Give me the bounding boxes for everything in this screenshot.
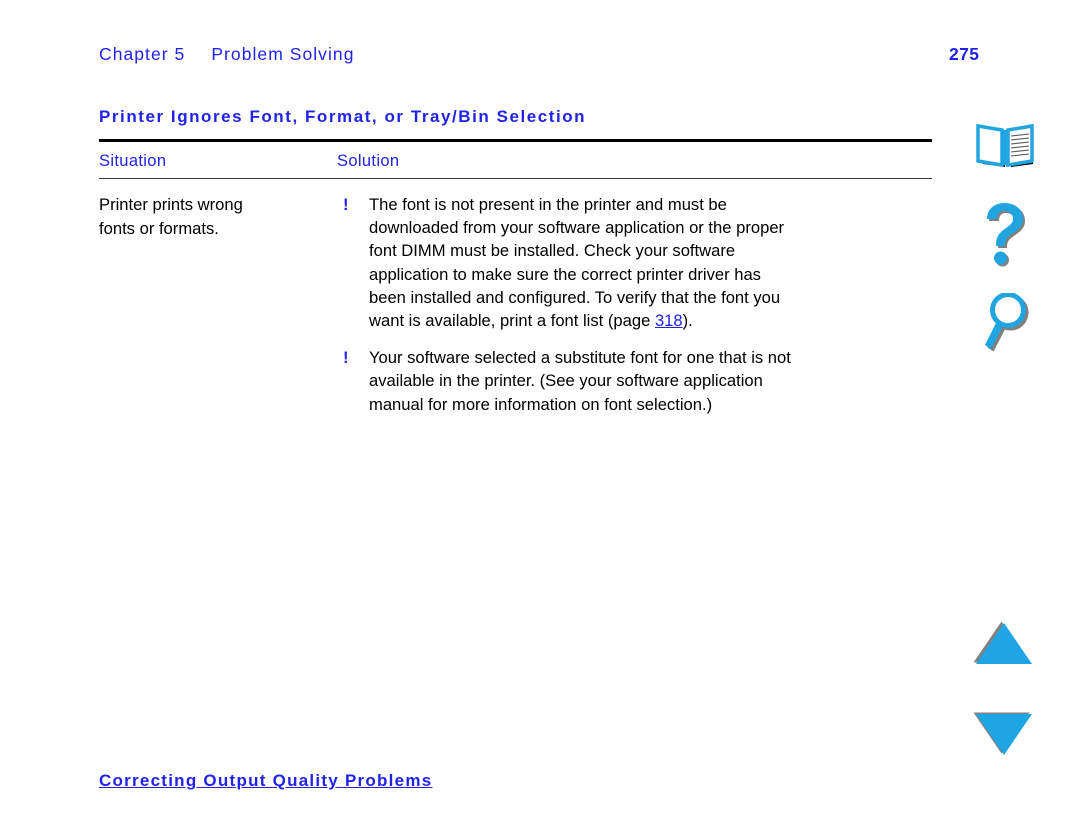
running-header: Chapter 5 Problem Solving 275 — [99, 44, 979, 65]
situation-line: Printer prints wrong — [99, 195, 243, 214]
contents-button[interactable] — [960, 118, 1050, 174]
cell-solution: ! The font is not present in the printer… — [337, 193, 932, 416]
list-item: ! The font is not present in the printer… — [343, 193, 932, 332]
text-line: The font is not present in the printer a… — [369, 195, 727, 214]
chapter-title: Problem Solving — [211, 44, 355, 64]
cell-situation: Printer prints wrong fonts or formats. — [99, 193, 337, 416]
search-button[interactable] — [960, 288, 1050, 360]
text-line: application to make sure the correct pri… — [369, 264, 761, 284]
bullet-marker-icon: ! — [343, 195, 349, 214]
column-header-solution: Solution — [337, 152, 400, 170]
text-line-with-link: want is available, print a font list (pa… — [369, 309, 932, 332]
text-line: available in the printer. (See your soft… — [369, 371, 763, 391]
situation-line: fonts or formats. — [99, 218, 219, 238]
table-row: Printer prints wrong fonts or formats. !… — [99, 179, 932, 416]
text-line: Your software selected a substitute font… — [369, 348, 791, 368]
text-line: been installed and configured. To verify… — [369, 287, 781, 307]
situation-solution-table: Situation Solution Printer prints wrong … — [99, 139, 932, 416]
footer-section-link[interactable]: Correcting Output Quality Problems — [99, 771, 432, 791]
book-icon — [976, 123, 1034, 168]
text-line: downloaded from your software applicatio… — [369, 218, 785, 238]
list-item-text: The font is not present in the printer a… — [369, 193, 932, 332]
triangle-down-icon — [974, 712, 1032, 755]
triangle-up-icon — [974, 621, 1032, 664]
section-heading: Printer Ignores Font, Format, or Tray/Bi… — [99, 107, 587, 126]
help-button[interactable] — [960, 197, 1050, 273]
question-mark-icon — [987, 203, 1025, 267]
text-line: font DIMM must be installed. Check your … — [369, 241, 736, 261]
navigation-rail — [960, 0, 1080, 834]
text-line: manual for more information on font sele… — [369, 394, 713, 414]
chapter-label: Chapter 5 — [99, 44, 186, 64]
list-item: ! Your software selected a substitute fo… — [343, 346, 932, 416]
magnifying-glass-icon — [985, 293, 1029, 352]
text-fragment: want is available, print a font list (pa… — [369, 311, 655, 331]
bullet-marker-icon: ! — [343, 348, 349, 368]
next-page-button[interactable] — [960, 703, 1050, 765]
list-item-text: Your software selected a substitute font… — [369, 346, 932, 416]
column-header-situation: Situation — [99, 152, 167, 170]
text-fragment: ). — [682, 311, 693, 331]
table-header-row: Situation Solution — [99, 142, 932, 178]
document-page: Chapter 5 Problem Solving 275 Printer Ig… — [0, 0, 1080, 834]
page-reference-link[interactable]: 318 — [655, 311, 683, 330]
previous-page-button[interactable] — [960, 613, 1050, 675]
